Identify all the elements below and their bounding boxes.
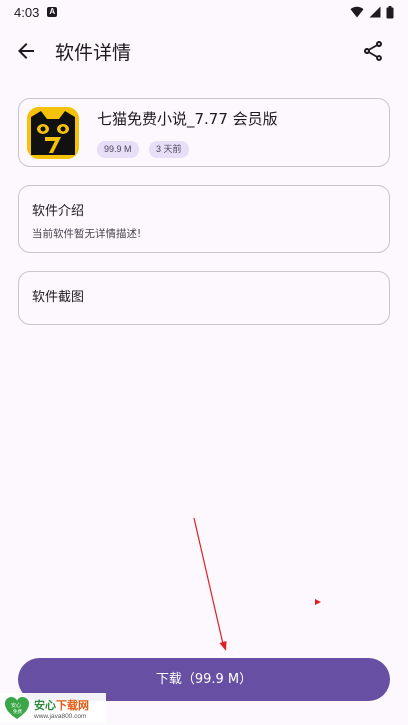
wifi-icon <box>350 6 364 18</box>
intro-title: 软件介绍 <box>32 204 85 219</box>
app-bar: 软件详情 <box>0 28 408 74</box>
page-title: 软件详情 <box>55 42 132 64</box>
signal-icon <box>369 6 381 18</box>
svg-text:安心: 安心 <box>11 702 21 709</box>
watermark-title: 安心下载网 <box>34 698 89 712</box>
battery-icon <box>386 5 394 18</box>
app-name: 七猫免费小说_7.77 会员版 <box>97 110 278 128</box>
app-info-card: 七猫免费小说_7.77 会员版 99.9 M 3 天前 <box>18 98 390 167</box>
size-badge: 99.9 M <box>97 141 139 158</box>
annotation-arrowhead-small <box>315 599 321 605</box>
anxin-logo-icon: 安心 免费 <box>5 697 29 719</box>
watermark: 安心 免费 安心下载网 www.java800.com <box>0 693 106 723</box>
intro-card: 软件介绍 当前软件暂无详情描述! <box>18 185 390 253</box>
share-icon[interactable] <box>361 39 385 63</box>
notification-a-icon: A <box>47 7 58 17</box>
black-cat-logo-icon <box>27 107 79 159</box>
screenshots-card: 软件截图 <box>18 271 390 325</box>
intro-description: 当前软件暂无详情描述! <box>32 228 142 240</box>
watermark-url: www.java800.com <box>34 712 87 720</box>
status-time: 4:03 <box>14 4 40 20</box>
svg-text:免费: 免费 <box>13 708 22 715</box>
arrow-back-icon[interactable] <box>14 39 38 63</box>
status-bar: 4:03 A <box>0 0 408 24</box>
date-badge: 3 天前 <box>149 141 189 158</box>
screenshots-title: 软件截图 <box>32 290 85 305</box>
